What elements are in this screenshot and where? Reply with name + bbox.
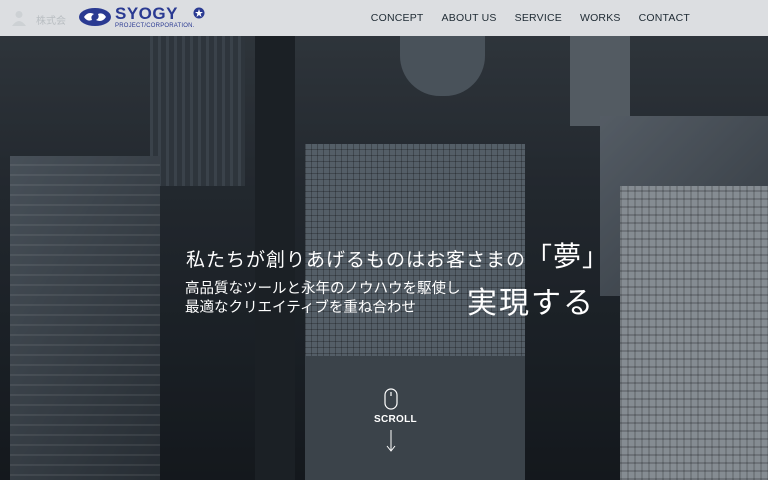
nav-concept[interactable]: CONCEPT bbox=[371, 12, 424, 24]
lead-line-1: 高品質なツールと永年のノウハウを駆使し bbox=[185, 281, 461, 297]
bracket-open: 「 bbox=[526, 243, 554, 273]
logo-name: SYOGY bbox=[115, 4, 178, 23]
nav-about-us[interactable]: ABOUT US bbox=[442, 12, 497, 24]
hero-lead: 高品質なツールと永年のノウハウを駆使し 最適なクリエイティブを重ね合わせ bbox=[185, 280, 461, 318]
scroll-indicator[interactable]: SCROLL bbox=[374, 388, 417, 453]
nav-service[interactable]: SERVICE bbox=[515, 12, 562, 24]
nav-contact[interactable]: CONTACT bbox=[639, 12, 690, 24]
catch-prefix: 私たちが創りあげるものはお客さまの bbox=[186, 249, 527, 271]
star-icon bbox=[193, 7, 205, 19]
logo[interactable]: SYOGY PROJECT/CORPORATION. bbox=[78, 5, 205, 29]
mouse-icon bbox=[384, 388, 398, 410]
page: 私たちが創りあげるものはお客さまの「夢」 高品質なツールと永年のノウハウを駆使し… bbox=[0, 0, 768, 480]
logo-mark-icon bbox=[79, 8, 111, 26]
bracket-close: 」 bbox=[582, 243, 610, 273]
site-header: 株式会 SYOGY PROJECT/CORPORATION. CONCEPT A… bbox=[0, 0, 768, 36]
sidebar-label: 株式会 bbox=[36, 16, 66, 27]
logo-tagline: PROJECT/CORPORATION. bbox=[115, 23, 195, 29]
arrow-down-icon bbox=[386, 430, 396, 452]
catch-keyword: 夢 bbox=[553, 240, 583, 273]
hero-realize: 実現する bbox=[467, 286, 595, 321]
lead-line-2: 最適なクリエイティブを重ね合わせ bbox=[185, 300, 416, 316]
scroll-label: SCROLL bbox=[374, 414, 417, 425]
hero-catchphrase: 私たちが創りあげるものはお客さまの「夢」 bbox=[186, 235, 609, 275]
user-icon bbox=[12, 11, 26, 26]
nav-works[interactable]: WORKS bbox=[580, 12, 621, 24]
main-nav: CONCEPT ABOUT US SERVICE WORKS CONTACT bbox=[371, 0, 690, 36]
